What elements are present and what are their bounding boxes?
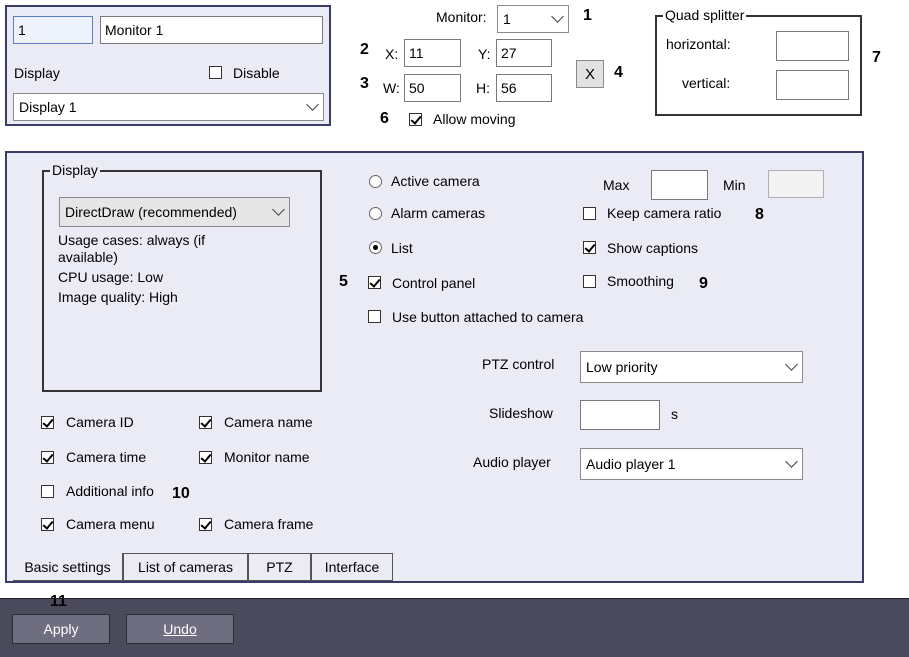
display-select[interactable]: Display 1	[13, 93, 324, 121]
camera-time-checkbox[interactable]	[41, 451, 54, 464]
allow-moving-label: Allow moving	[433, 111, 516, 127]
allow-moving-checkbox[interactable]	[409, 113, 422, 126]
cpu-usage-text: CPU usage: Low	[58, 269, 164, 285]
smoothing-checkbox[interactable]	[583, 275, 596, 288]
slideshow-field[interactable]	[580, 400, 660, 430]
min-field[interactable]	[768, 170, 824, 198]
w-label: W:	[383, 80, 400, 96]
camera-name-checkbox[interactable]	[199, 416, 212, 429]
active-camera-radio[interactable]	[369, 175, 382, 188]
callout-9: 9	[699, 275, 708, 292]
camera-frame-label: Camera frame	[224, 516, 314, 532]
max-field[interactable]	[651, 170, 708, 200]
smoothing-label: Smoothing	[607, 273, 674, 289]
h-label: H:	[476, 80, 490, 96]
vertical-label: vertical:	[682, 75, 731, 91]
display-group-title: Display	[50, 162, 100, 178]
callout-11: 11	[50, 593, 67, 610]
monitor-select-value: 1	[503, 11, 511, 27]
tab-ptz[interactable]: PTZ	[248, 553, 311, 581]
tab-list-of-cameras[interactable]: List of cameras	[123, 553, 248, 581]
audio-player-select-value: Audio player 1	[586, 456, 676, 472]
close-button[interactable]: X	[576, 60, 604, 88]
vertical-field[interactable]	[776, 70, 849, 100]
min-label: Min	[723, 177, 746, 193]
callout-8: 8	[755, 206, 764, 223]
horizontal-label: horizontal:	[666, 36, 731, 52]
chevron-down-icon	[306, 98, 319, 111]
chevron-down-icon	[785, 358, 798, 371]
show-captions-label: Show captions	[607, 240, 699, 256]
ptz-label: PTZ control	[482, 356, 555, 372]
callout-10: 10	[172, 485, 190, 502]
additional-info-label: Additional info	[66, 483, 154, 499]
camera-id-checkbox[interactable]	[41, 416, 54, 429]
slideshow-label: Slideshow	[489, 405, 553, 421]
disable-checkbox[interactable]	[209, 66, 222, 79]
monitor-label: Monitor:	[436, 9, 487, 25]
renderer-select-value: DirectDraw (recommended)	[65, 204, 237, 220]
list-radio[interactable]	[369, 241, 382, 254]
additional-info-checkbox[interactable]	[41, 485, 54, 498]
chevron-down-icon	[785, 455, 798, 468]
name-field[interactable]: Monitor 1	[100, 16, 323, 44]
usage-cases-text: Usage cases: always (if available)	[58, 232, 206, 265]
keep-ratio-checkbox[interactable]	[583, 207, 596, 220]
camera-id-label: Camera ID	[66, 414, 134, 430]
image-quality-text: Image quality: High	[58, 289, 178, 305]
list-label: List	[391, 240, 413, 256]
monitor-select[interactable]: 1	[497, 5, 569, 33]
ptz-select-value: Low priority	[586, 359, 658, 375]
chevron-down-icon	[551, 10, 564, 23]
display-select-value: Display 1	[19, 99, 77, 115]
quad-splitter-title: Quad splitter	[663, 7, 747, 23]
camera-menu-checkbox[interactable]	[41, 518, 54, 531]
show-captions-checkbox[interactable]	[583, 241, 596, 254]
audio-player-select[interactable]: Audio player 1	[580, 448, 803, 480]
slideshow-unit: s	[671, 406, 678, 422]
monitor-name-label: Monitor name	[224, 449, 310, 465]
renderer-select[interactable]: DirectDraw (recommended)	[59, 197, 290, 227]
use-button-checkbox[interactable]	[368, 310, 381, 323]
disable-label: Disable	[233, 65, 280, 81]
active-camera-label: Active camera	[391, 173, 480, 189]
camera-frame-checkbox[interactable]	[199, 518, 212, 531]
callout-7: 7	[872, 49, 881, 66]
camera-menu-label: Camera menu	[66, 516, 155, 532]
y-label: Y:	[478, 46, 491, 62]
horizontal-field[interactable]	[776, 31, 849, 61]
ptz-select[interactable]: Low priority	[580, 351, 803, 383]
use-button-label: Use button attached to camera	[392, 309, 584, 325]
callout-6: 6	[380, 110, 389, 127]
callout-5: 5	[339, 273, 348, 290]
callout-1: 1	[583, 7, 592, 24]
callout-3: 3	[360, 75, 369, 92]
tab-basic-settings[interactable]: Basic settings	[13, 553, 123, 581]
id-field[interactable]: 1	[13, 16, 93, 44]
callout-2: 2	[360, 41, 369, 58]
control-panel-checkbox[interactable]	[368, 276, 381, 289]
camera-time-label: Camera time	[66, 449, 147, 465]
display-label: Display	[14, 65, 60, 81]
control-panel-label: Control panel	[392, 275, 476, 291]
audio-player-label: Audio player	[473, 454, 551, 470]
x-label: X:	[385, 46, 399, 62]
undo-button[interactable]: Undo	[126, 614, 234, 644]
alarm-cameras-radio[interactable]	[369, 207, 382, 220]
max-label: Max	[603, 177, 630, 193]
camera-name-label: Camera name	[224, 414, 313, 430]
alarm-cameras-label: Alarm cameras	[391, 205, 486, 221]
x-field[interactable]: 11	[404, 39, 461, 67]
tab-interface[interactable]: Interface	[311, 553, 393, 581]
apply-button[interactable]: Apply	[12, 614, 110, 644]
chevron-down-icon	[272, 203, 285, 216]
monitor-name-checkbox[interactable]	[199, 451, 212, 464]
w-field[interactable]: 50	[404, 74, 461, 102]
callout-4: 4	[614, 64, 623, 81]
y-field[interactable]: 27	[496, 39, 552, 67]
h-field[interactable]: 56	[496, 74, 552, 102]
keep-ratio-label: Keep camera ratio	[607, 205, 722, 221]
